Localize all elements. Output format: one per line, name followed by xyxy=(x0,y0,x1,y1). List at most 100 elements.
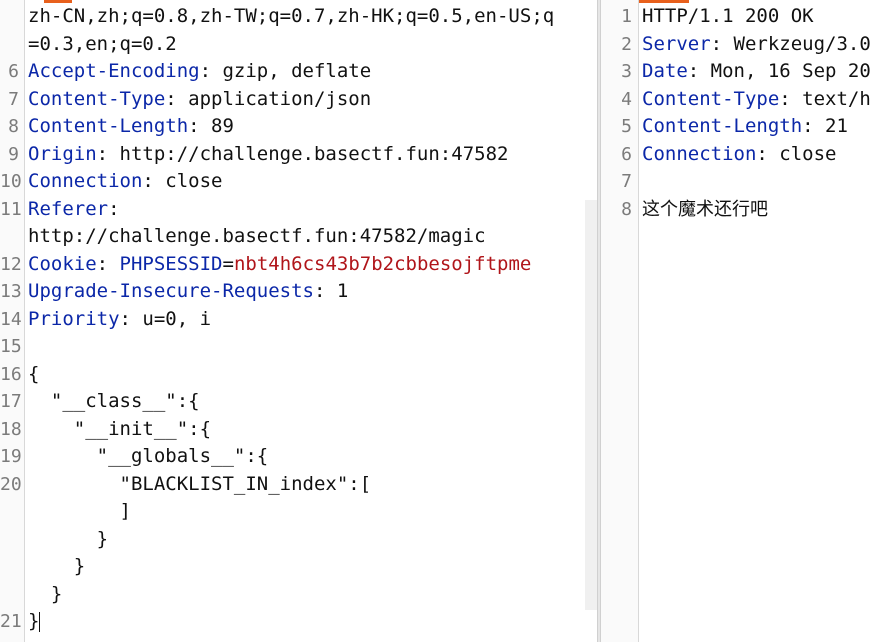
text-segment: : xyxy=(96,252,120,275)
line-number: 7 xyxy=(621,171,632,192)
header-name: Date xyxy=(642,60,688,82)
request-line[interactable]: zh-CN,zh;q=0.8,zh-TW;q=0.7,zh-HK;q=0.5,e… xyxy=(0,3,597,31)
text-segment: : 89 xyxy=(188,115,234,137)
response-line[interactable]: 3 Date: Mon, 16 Sep 20 xyxy=(601,58,876,86)
cookie-name: PHPSESSID xyxy=(119,252,223,275)
line-text: } xyxy=(28,608,41,636)
text-segment: ] xyxy=(28,500,131,522)
text-segment: "__init__":{ xyxy=(28,417,212,440)
request-line[interactable]: http://challenge.basectf.fun:47582/magic xyxy=(0,223,597,251)
request-line[interactable]: 16 { xyxy=(0,361,597,389)
line-text: 这个魔术还行吧 xyxy=(642,196,768,224)
header-name: Cookie xyxy=(28,252,97,275)
text-segment: } xyxy=(28,610,40,632)
request-line[interactable]: 9 Origin: http://challenge.basectf.fun:47… xyxy=(0,141,597,169)
response-line[interactable]: 8 这个魔术还行吧 xyxy=(601,196,876,224)
line-text: ] xyxy=(28,498,131,526)
request-line[interactable]: 12 Cookie: PHPSESSID=nbt4h6cs43b7b2cbbeso… xyxy=(0,251,597,279)
request-line[interactable]: 13 Upgrade-Insecure-Requests: 1 xyxy=(0,278,597,306)
header-name: Origin xyxy=(28,142,97,165)
request-line[interactable]: 7 Content-Type: application/json xyxy=(0,86,597,114)
line-number: 12 xyxy=(0,253,22,275)
line-number: 18 xyxy=(0,418,22,440)
line-number: 17 xyxy=(0,391,22,412)
text-segment: : 21 xyxy=(802,115,848,137)
header-name: Content-Type xyxy=(642,87,780,110)
request-line[interactable]: 10 Connection: close xyxy=(0,168,597,196)
line-text: Cookie: PHPSESSID=nbt4h6cs43b7b2cbbesojf… xyxy=(28,251,531,279)
line-text: Upgrade-Insecure-Requests: 1 xyxy=(28,278,348,306)
text-segment: : http://challenge.basectf.fun:47582 xyxy=(96,142,509,165)
text-segment: : 1 xyxy=(313,280,349,302)
line-text: Content-Type: text/h xyxy=(642,86,871,114)
text-segment: : application/json xyxy=(165,87,372,110)
line-number: 7 xyxy=(8,88,19,110)
line-number: 20 xyxy=(0,473,22,495)
request-line[interactable]: } xyxy=(0,526,597,554)
request-line[interactable]: =0.3,en;q=0.2 xyxy=(0,31,597,59)
line-number: 1 xyxy=(621,6,632,27)
request-line[interactable]: 20 "BLACKLIST_IN_index":[ xyxy=(0,471,597,499)
text-segment: = xyxy=(222,252,234,275)
line-number: 6 xyxy=(621,143,632,165)
request-line[interactable]: 6 Accept-Encoding: gzip, deflate xyxy=(0,58,597,86)
line-number: 21 xyxy=(0,611,22,632)
line-text: "__globals__":{ xyxy=(28,443,269,471)
text-segment: } xyxy=(28,555,86,577)
line-number: 10 xyxy=(0,171,22,192)
text-segment: "__class__":{ xyxy=(28,390,200,412)
response-line[interactable]: 5 Content-Length: 21 xyxy=(601,113,876,141)
request-line[interactable]: 11 Referer: xyxy=(0,196,597,224)
line-text: Origin: http://challenge.basectf.fun:475… xyxy=(28,141,508,169)
line-text: } xyxy=(28,526,108,554)
text-segment: } xyxy=(28,582,63,605)
line-text: } xyxy=(28,581,62,609)
text-segment: } xyxy=(28,527,109,550)
header-name: Accept-Encoding xyxy=(28,60,200,82)
line-number: 14 xyxy=(0,308,22,330)
line-text: "__init__":{ xyxy=(28,416,211,444)
response-line[interactable]: 1 HTTP/1.1 200 OK xyxy=(601,3,876,31)
request-line[interactable]: } xyxy=(0,581,597,609)
request-line[interactable]: } xyxy=(0,553,597,581)
request-line[interactable]: 21} xyxy=(0,608,597,636)
request-line[interactable]: 17 "__class__":{ xyxy=(0,388,597,416)
request-editor[interactable]: zh-CN,zh;q=0.8,zh-TW;q=0.7,zh-HK;q=0.5,e… xyxy=(0,0,597,642)
line-number: 15 xyxy=(0,336,22,357)
header-name: Content-Length xyxy=(642,115,803,137)
text-segment: 这个魔术还行吧 xyxy=(642,198,768,220)
header-name: Upgrade-Insecure-Requests xyxy=(28,280,314,302)
response-line[interactable]: 4 Content-Type: text/h xyxy=(601,86,876,114)
line-text: http://challenge.basectf.fun:47582/magic xyxy=(28,223,486,251)
header-name: Content-Type xyxy=(28,87,166,110)
request-line[interactable]: 18 "__init__":{ xyxy=(0,416,597,444)
request-line[interactable]: ] xyxy=(0,498,597,526)
text-segment: : close xyxy=(142,170,223,192)
line-text: Connection: close xyxy=(28,168,222,196)
response-viewer[interactable]: 1 HTTP/1.1 200 OK 2 Server: Werkzeug/3.0 3 Da… xyxy=(601,0,876,642)
text-segment: : gzip, deflate xyxy=(199,60,372,82)
request-code[interactable]: zh-CN,zh;q=0.8,zh-TW;q=0.7,zh-HK;q=0.5,e… xyxy=(0,3,597,636)
line-text: { xyxy=(28,361,39,389)
request-scrollbar[interactable] xyxy=(585,200,597,610)
response-line[interactable]: 2 Server: Werkzeug/3.0 xyxy=(601,31,876,59)
request-line[interactable]: 14 Priority: u=0, i xyxy=(0,306,597,334)
line-number: 13 xyxy=(0,281,22,302)
request-line[interactable]: 19 "__globals__":{ xyxy=(0,443,597,471)
text-segment: : close xyxy=(756,142,837,165)
line-number: 2 xyxy=(621,33,632,55)
response-line[interactable]: 6 Connection: close xyxy=(601,141,876,169)
request-line[interactable]: 15 xyxy=(0,333,597,361)
request-line[interactable]: 8 Content-Length: 89 xyxy=(0,113,597,141)
line-text: Content-Length: 21 xyxy=(642,113,848,141)
response-line[interactable]: 7 xyxy=(601,168,876,196)
line-number: 4 xyxy=(621,88,632,110)
response-code[interactable]: 1 HTTP/1.1 200 OK 2 Server: Werkzeug/3.0 3 Da… xyxy=(601,3,876,223)
line-text: Referer: xyxy=(28,196,120,224)
text-segment: HTTP/1.1 200 OK xyxy=(642,5,814,27)
line-text: Date: Mon, 16 Sep 20 xyxy=(642,58,871,86)
line-text: Connection: close xyxy=(642,141,836,169)
text-segment: =0.3,en;q=0.2 xyxy=(28,32,177,55)
header-name: Connection xyxy=(642,142,757,165)
line-text: } xyxy=(28,553,85,581)
